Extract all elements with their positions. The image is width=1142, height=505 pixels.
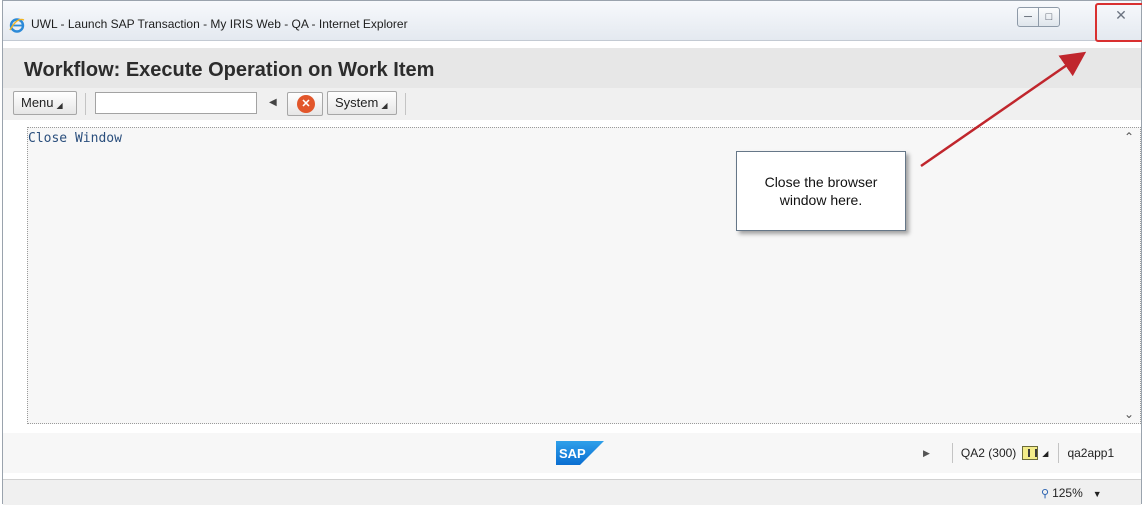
content-area: Close Window ⌃ ⌄ [27,127,1141,424]
sap-footer: SAP ▶ QA2 (300) ◢ qa2app1 [3,433,1141,473]
system-button[interactable]: System ◢ [327,91,397,115]
zoom-dropdown-icon: ▼ [1092,489,1102,499]
callout-text-line1: Close the browser [764,174,878,190]
minimize-icon: ─ [1024,11,1032,23]
server-name: qa2app1 [1067,446,1115,460]
page-title: Workflow: Execute Operation on Work Item [24,59,435,81]
toolbar-divider [405,93,406,115]
browser-status-bar: ⚲ 125% ▼ [3,479,1141,505]
menu-button[interactable]: Menu ◢ [13,91,77,115]
zoom-magnifier-icon: ⚲ [1041,488,1050,500]
status-area: ▶ QA2 (300) ◢ qa2app1 [923,443,1114,463]
status-expand-icon[interactable]: ▶ [923,448,930,459]
scroll-up-icon[interactable]: ⌃ [1124,130,1134,144]
sap-logo: SAP [556,441,604,465]
maximize-button[interactable]: □ [1038,7,1060,27]
cancel-button[interactable]: ✕ [287,92,323,116]
close-window-link[interactable]: Close Window [28,131,122,146]
callout-box: Close the browser window here. [736,151,906,231]
menu-caret-icon: ◢ [56,101,63,110]
ie-logo-icon [9,18,25,33]
system-caret-icon: ◢ [381,101,388,110]
callout-text-line2: window here. [779,192,863,208]
window-title: UWL - Launch SAP Transaction - My IRIS W… [31,17,408,31]
status-caret-icon[interactable]: ◢ [1042,449,1048,458]
svg-text:SAP: SAP [559,446,586,461]
scroll-down-icon[interactable]: ⌄ [1124,407,1134,421]
menu-button-label: Menu [21,95,54,110]
collapse-arrow-icon[interactable]: ◀ [269,97,277,108]
minimize-button[interactable]: ─ [1017,7,1039,27]
zoom-control[interactable]: ⚲ 125% ▼ [1041,486,1102,500]
browser-window: UWL - Launch SAP Transaction - My IRIS W… [2,0,1142,505]
status-display-icon[interactable] [1022,446,1039,460]
command-field[interactable] [95,92,257,114]
status-divider [951,443,953,463]
zoom-level: 125% [1052,486,1083,500]
close-icon: ✕ [1115,8,1127,24]
sap-toolbar: Menu ◢ ◀ ✕ System ◢ [3,88,1141,120]
toolbar-divider [85,93,86,115]
sap-title-bar: Workflow: Execute Operation on Work Item [3,48,1141,88]
cancel-icon: ✕ [297,95,315,113]
system-button-label: System [335,95,379,110]
status-divider [1058,443,1060,463]
close-button[interactable]: ✕ [1101,6,1141,26]
system-info: QA2 (300) [960,446,1017,460]
title-bar: UWL - Launch SAP Transaction - My IRIS W… [3,1,1141,41]
maximize-icon: □ [1045,11,1053,23]
